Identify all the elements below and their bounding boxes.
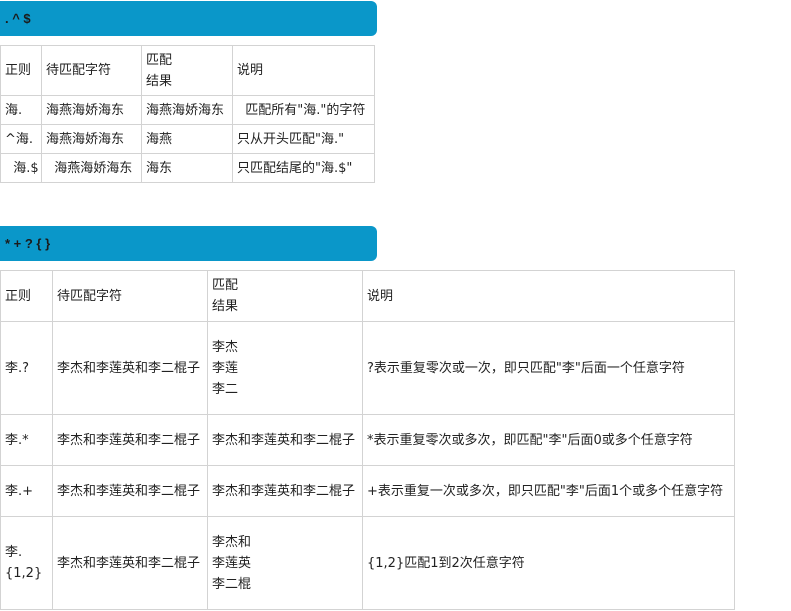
- table-header-row: 正则 待匹配字符 匹配 结果 说明: [0, 45, 375, 96]
- result-cell: 李杰 李莲 李二: [207, 321, 363, 415]
- regex-cell: 李. {1,2}: [0, 516, 53, 610]
- description-cell: ?表示重复零次或一次，即只匹配"李"后面一个任意字符: [362, 321, 735, 415]
- table-header-row: 正则 待匹配字符 匹配 结果 说明: [0, 270, 735, 322]
- table-row: 李.* 李杰和李莲英和李二棍子 李杰和李莲英和李二棍子 *表示重复零次或多次，即…: [0, 414, 735, 466]
- description-cell: 匹配所有"海."的字符: [232, 95, 375, 125]
- header-cell-result: 匹配 结果: [207, 270, 363, 322]
- table-row: 李. {1,2} 李杰和李莲英和李二棍子 李杰和 李莲英 李二棍 {1,2}匹配…: [0, 516, 735, 610]
- input-cell: 海燕海娇海东: [41, 153, 142, 183]
- header-cell-regex: 正则: [0, 45, 42, 96]
- input-cell: 李杰和李莲英和李二棍子: [52, 414, 208, 466]
- header-cell-input: 待匹配字符: [52, 270, 208, 322]
- section-title: * + ? { }: [5, 236, 51, 251]
- anchors-table: 正则 待匹配字符 匹配 结果 说明 海. 海燕海娇海东 海燕海娇海东 匹配所有"…: [0, 45, 375, 183]
- table-row: 李.? 李杰和李莲英和李二棍子 李杰 李莲 李二 ?表示重复零次或一次，即只匹配…: [0, 321, 735, 415]
- result-cell: 李杰和李莲英和李二棍子: [207, 465, 363, 517]
- regex-cell: 李.*: [0, 414, 53, 466]
- header-cell-result: 匹配 结果: [141, 45, 233, 96]
- input-cell: 李杰和李莲英和李二棍子: [52, 516, 208, 610]
- description-cell: {1,2}匹配1到2次任意字符: [362, 516, 735, 610]
- result-cell: 海东: [141, 153, 233, 183]
- regex-cell: 李.+: [0, 465, 53, 517]
- result-cell: 海燕: [141, 124, 233, 154]
- section-banner-anchors: . ^ $: [0, 1, 377, 36]
- regex-cell: 李.?: [0, 321, 53, 415]
- header-cell-description: 说明: [232, 45, 375, 96]
- input-cell: 海燕海娇海东: [41, 95, 142, 125]
- header-cell-input: 待匹配字符: [41, 45, 142, 96]
- table-row: 海.$ 海燕海娇海东 海东 只匹配结尾的"海.$": [0, 153, 375, 183]
- input-cell: 李杰和李莲英和李二棍子: [52, 465, 208, 517]
- regex-cell: 海.$: [0, 153, 42, 183]
- input-cell: 海燕海娇海东: [41, 124, 142, 154]
- section-banner-quantifiers: * + ? { }: [0, 226, 377, 261]
- regex-cell: 海.: [0, 95, 42, 125]
- quantifiers-table: 正则 待匹配字符 匹配 结果 说明 李.? 李杰和李莲英和李二棍子 李杰 李莲 …: [0, 270, 735, 610]
- description-cell: 只匹配结尾的"海.$": [232, 153, 375, 183]
- header-cell-regex: 正则: [0, 270, 53, 322]
- description-cell: +表示重复一次或多次，即只匹配"李"后面1个或多个任意字符: [362, 465, 735, 517]
- regex-cell: ^海.: [0, 124, 42, 154]
- result-cell: 海燕海娇海东: [141, 95, 233, 125]
- description-cell: 只从开头匹配"海.": [232, 124, 375, 154]
- table-row: 李.+ 李杰和李莲英和李二棍子 李杰和李莲英和李二棍子 +表示重复一次或多次，即…: [0, 465, 735, 517]
- input-cell: 李杰和李莲英和李二棍子: [52, 321, 208, 415]
- table-row: 海. 海燕海娇海东 海燕海娇海东 匹配所有"海."的字符: [0, 95, 375, 125]
- result-cell: 李杰和 李莲英 李二棍: [207, 516, 363, 610]
- header-cell-description: 说明: [362, 270, 735, 322]
- section-title: . ^ $: [5, 11, 31, 26]
- table-row: ^海. 海燕海娇海东 海燕 只从开头匹配"海.": [0, 124, 375, 154]
- result-cell: 李杰和李莲英和李二棍子: [207, 414, 363, 466]
- description-cell: *表示重复零次或多次，即匹配"李"后面0或多个任意字符: [362, 414, 735, 466]
